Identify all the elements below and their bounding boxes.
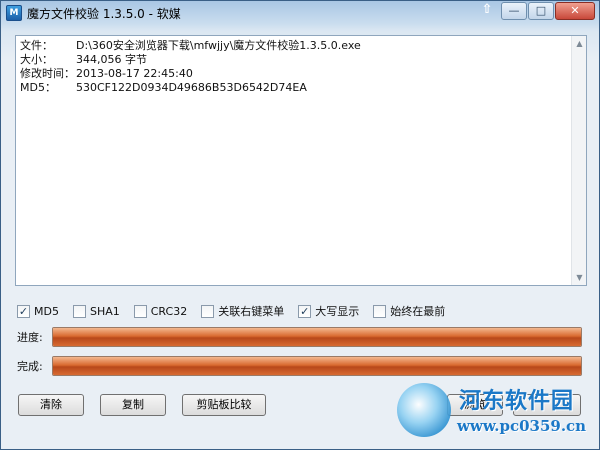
option-checkbox[interactable]: ✓ (17, 304, 30, 318)
file-info-value: 344,056 字节 (76, 53, 147, 66)
watermark: 河东软件园 www.pc0359.cn (397, 379, 597, 449)
option-checkbox[interactable]: ✓ (298, 304, 312, 318)
maximize-button[interactable]: □ (528, 2, 554, 20)
file-info-value: 2013-08-17 22:45:40 (76, 67, 193, 80)
option-label: SHA1 (89, 304, 120, 318)
option-0[interactable]: ✓ MD5 (17, 304, 59, 318)
option-checkbox[interactable] (373, 304, 387, 318)
watermark-url: www.pc0359.cn (457, 417, 587, 435)
file-info-line: 文件： D:\360安全浏览器下载\mfwjjy\魔方文件校验1.3.5.0.ex… (20, 39, 361, 53)
option-label: MD5 (34, 304, 59, 318)
file-info-lines: 文件： D:\360安全浏览器下载\mfwjjy\魔方文件校验1.3.5.0.ex… (20, 39, 361, 95)
scroll-down-icon[interactable]: ▼ (572, 270, 587, 285)
option-2[interactable]: CRC32 (133, 304, 188, 318)
option-label: CRC32 (150, 304, 188, 318)
progress-bar-fill (53, 328, 581, 346)
file-info-textbox[interactable]: 文件： D:\360安全浏览器下载\mfwjjy\魔方文件校验1.3.5.0.ex… (15, 35, 587, 286)
file-info-line: MD5： 530CF122D0934D49686B53D6542D74EA (20, 81, 361, 95)
file-info-label: MD5： (20, 81, 56, 94)
file-info-label: 修改时间： (20, 67, 75, 80)
option-4[interactable]: ✓ 大写显示 (298, 303, 359, 319)
title-bar[interactable]: M 魔方文件校验 1.3.5.0 - 软媒 ⇧ — □ ✕ (1, 1, 599, 25)
scroll-up-icon[interactable]: ▲ (572, 36, 587, 51)
app-window: M 魔方文件校验 1.3.5.0 - 软媒 ⇧ — □ ✕ 文件： D:\360安… (0, 0, 600, 450)
option-checkbox[interactable] (72, 304, 86, 318)
pin-icon[interactable]: ⇧ (474, 2, 500, 20)
option-label: 关联右键菜单 (218, 305, 285, 318)
progress-bar (52, 327, 582, 347)
option-5[interactable]: 始终在最前 (373, 303, 445, 319)
vertical-scrollbar[interactable]: ▲ ▼ (571, 36, 586, 285)
option-checkbox[interactable] (201, 304, 215, 318)
file-info-value: 530CF122D0934D49686B53D6542D74EA (76, 81, 307, 94)
options-row: ✓ MD5 SHA1 CRC32 关联右键菜单 ✓ 大写显示 始终在最前 (17, 303, 459, 319)
option-checkbox[interactable] (133, 304, 147, 318)
clear-button[interactable]: 清除 (18, 394, 84, 416)
file-info-line: 修改时间： 2013-08-17 22:45:40 (20, 67, 361, 81)
complete-bar (52, 356, 582, 376)
watermark-logo-icon (397, 383, 451, 437)
option-label: 始终在最前 (390, 305, 446, 318)
close-button[interactable]: ✕ (555, 2, 595, 20)
complete-bar-fill (53, 357, 581, 375)
window-title: 魔方文件校验 1.3.5.0 - 软媒 (27, 7, 181, 21)
window-controls: ⇧ — □ ✕ (473, 2, 595, 20)
file-info-line: 大小： 344,056 字节 (20, 53, 361, 67)
file-info-label: 大小： (20, 53, 53, 66)
copy-button[interactable]: 复制 (100, 394, 166, 416)
complete-label: 完成: (17, 360, 43, 373)
file-info-value: D:\360安全浏览器下载\mfwjjy\魔方文件校验1.3.5.0.exe (76, 39, 361, 52)
option-3[interactable]: 关联右键菜单 (201, 303, 284, 319)
option-1[interactable]: SHA1 (72, 304, 120, 318)
file-info-label: 文件： (20, 39, 53, 52)
watermark-title: 河东软件园 (459, 388, 575, 414)
minimize-button[interactable]: — (501, 2, 527, 20)
app-icon: M (6, 5, 22, 21)
option-label: 大写显示 (315, 305, 360, 318)
progress-label: 进度: (17, 331, 43, 344)
clipboard-compare-button[interactable]: 剪贴板比较 (182, 394, 266, 416)
